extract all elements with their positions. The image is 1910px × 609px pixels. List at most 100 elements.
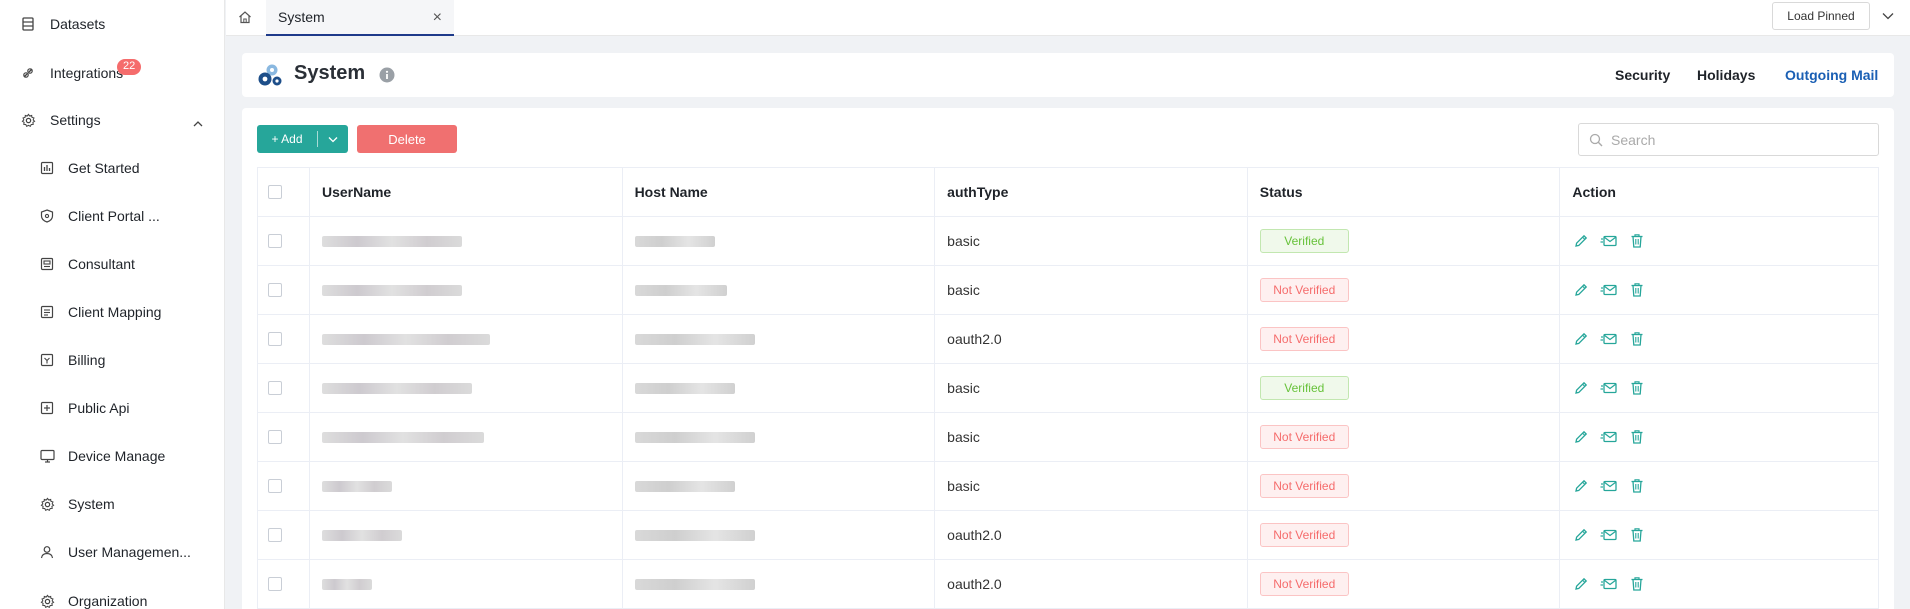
chevron-up-icon[interactable] bbox=[193, 115, 203, 131]
delete-icon[interactable] bbox=[1628, 526, 1646, 544]
hostname-cell bbox=[623, 315, 936, 363]
column-header-hostname[interactable]: Host Name bbox=[623, 168, 936, 216]
table-row[interactable]: basic Not Verified bbox=[258, 413, 1878, 462]
select-all-checkbox[interactable] bbox=[268, 185, 282, 199]
hostname-cell bbox=[623, 511, 936, 559]
delete-icon[interactable] bbox=[1628, 379, 1646, 397]
edit-icon[interactable] bbox=[1572, 428, 1590, 446]
sidebar-item-settings[interactable]: Settings bbox=[0, 98, 224, 142]
hostname-cell bbox=[623, 266, 936, 314]
delete-icon[interactable] bbox=[1628, 428, 1646, 446]
sidebar-item-device-manage[interactable]: Device Manage bbox=[0, 434, 224, 478]
action-cell bbox=[1560, 511, 1878, 559]
action-cell bbox=[1560, 266, 1878, 314]
edit-icon[interactable] bbox=[1572, 526, 1590, 544]
column-header-status[interactable]: Status bbox=[1248, 168, 1561, 216]
edit-icon[interactable] bbox=[1572, 379, 1590, 397]
sidebar-item-billing[interactable]: Billing bbox=[0, 338, 224, 382]
table-row[interactable]: basic Verified bbox=[258, 217, 1878, 266]
column-header-username[interactable]: UserName bbox=[310, 168, 623, 216]
authtype-cell: basic bbox=[935, 413, 1248, 461]
sidebar-item-public-api[interactable]: Public Api bbox=[0, 386, 224, 430]
status-cell: Not Verified bbox=[1248, 511, 1561, 559]
delete-icon[interactable] bbox=[1628, 330, 1646, 348]
sidebar-item-user-management[interactable]: User Managemen... bbox=[0, 530, 224, 574]
authtype-cell: basic bbox=[935, 217, 1248, 265]
sidebar-item-client-portal[interactable]: Client Portal ... bbox=[0, 194, 224, 238]
close-icon[interactable]: × bbox=[433, 9, 442, 27]
table-row[interactable]: basic Verified bbox=[258, 364, 1878, 413]
edit-icon[interactable] bbox=[1572, 477, 1590, 495]
dataset-icon bbox=[20, 16, 36, 32]
send-test-mail-icon[interactable] bbox=[1600, 428, 1618, 446]
sidebar-item-integrations[interactable]: Integrations 22 bbox=[0, 51, 224, 95]
delete-icon[interactable] bbox=[1628, 281, 1646, 299]
chevron-down-icon[interactable] bbox=[1882, 7, 1894, 23]
table-row[interactable]: basic Not Verified bbox=[258, 462, 1878, 511]
status-badge: Verified bbox=[1259, 229, 1349, 253]
redacted-username bbox=[321, 333, 490, 345]
tab-label: System bbox=[278, 9, 325, 25]
chevron-down-icon[interactable] bbox=[318, 136, 348, 143]
search-input[interactable] bbox=[1611, 131, 1871, 148]
row-checkbox[interactable] bbox=[268, 528, 282, 542]
sidebar-item-system[interactable]: System bbox=[0, 482, 224, 526]
edit-icon[interactable] bbox=[1572, 232, 1590, 250]
send-test-mail-icon[interactable] bbox=[1600, 379, 1618, 397]
send-test-mail-icon[interactable] bbox=[1600, 232, 1618, 250]
sidebar-item-datasets[interactable]: Datasets bbox=[0, 2, 224, 46]
load-pinned-button[interactable]: Load Pinned bbox=[1772, 2, 1870, 30]
delete-icon[interactable] bbox=[1628, 477, 1646, 495]
sidebar-item-get-started[interactable]: Get Started bbox=[0, 146, 224, 190]
row-checkbox[interactable] bbox=[268, 577, 282, 591]
edit-icon[interactable] bbox=[1572, 330, 1590, 348]
hostname-cell bbox=[623, 364, 936, 412]
username-cell bbox=[310, 413, 623, 461]
row-checkbox[interactable] bbox=[268, 479, 282, 493]
row-checkbox[interactable] bbox=[268, 332, 282, 346]
edit-icon[interactable] bbox=[1572, 281, 1590, 299]
nav-holidays[interactable]: Holidays bbox=[1697, 67, 1755, 83]
send-test-mail-icon[interactable] bbox=[1600, 330, 1618, 348]
hostname-cell bbox=[623, 462, 936, 510]
sidebar-item-label: User Managemen... bbox=[68, 544, 191, 560]
table-row[interactable]: oauth2.0 Not Verified bbox=[258, 511, 1878, 560]
nav-security[interactable]: Security bbox=[1615, 67, 1670, 83]
row-checkbox[interactable] bbox=[268, 283, 282, 297]
column-header-authtype[interactable]: authType bbox=[935, 168, 1248, 216]
sidebar-item-consultant[interactable]: Consultant bbox=[0, 242, 224, 286]
sidebar: Datasets Integrations 22 Settings Get St… bbox=[0, 0, 225, 609]
delete-icon[interactable] bbox=[1628, 232, 1646, 250]
send-test-mail-icon[interactable] bbox=[1600, 526, 1618, 544]
status-badge: Not Verified bbox=[1259, 327, 1349, 351]
tab-system[interactable]: System × bbox=[266, 0, 454, 36]
home-icon[interactable] bbox=[234, 6, 256, 28]
send-test-mail-icon[interactable] bbox=[1600, 281, 1618, 299]
delete-button[interactable]: Delete bbox=[357, 125, 457, 153]
send-test-mail-icon[interactable] bbox=[1600, 575, 1618, 593]
row-checkbox[interactable] bbox=[268, 430, 282, 444]
row-checkbox[interactable] bbox=[268, 381, 282, 395]
row-checkbox[interactable] bbox=[268, 234, 282, 248]
status-badge: Not Verified bbox=[1259, 523, 1349, 547]
info-icon[interactable] bbox=[379, 67, 395, 86]
sidebar-item-label: Datasets bbox=[50, 16, 106, 32]
sidebar-item-label: Billing bbox=[68, 352, 106, 368]
search-field[interactable] bbox=[1578, 123, 1879, 156]
public-api-icon bbox=[39, 400, 55, 416]
table-row[interactable]: basic Not Verified bbox=[258, 266, 1878, 315]
table-row[interactable]: oauth2.0 Not Verified bbox=[258, 315, 1878, 364]
send-test-mail-icon[interactable] bbox=[1600, 477, 1618, 495]
sidebar-item-label: Consultant bbox=[68, 256, 135, 272]
delete-icon[interactable] bbox=[1628, 575, 1646, 593]
select-all-cell bbox=[258, 168, 310, 216]
settings-icon bbox=[20, 112, 36, 128]
table-body: basic Verified basic Not Verified oauth2.0 No… bbox=[258, 217, 1878, 609]
nav-outgoing-mail[interactable]: Outgoing Mail bbox=[1785, 67, 1878, 83]
sidebar-item-label: Device Manage bbox=[68, 448, 166, 464]
table-row[interactable]: oauth2.0 Not Verified bbox=[258, 560, 1878, 609]
sidebar-item-client-mapping[interactable]: Client Mapping bbox=[0, 290, 224, 334]
edit-icon[interactable] bbox=[1572, 575, 1590, 593]
add-button[interactable]: + Add bbox=[257, 125, 348, 153]
sidebar-item-organization[interactable]: Organization bbox=[0, 579, 224, 609]
